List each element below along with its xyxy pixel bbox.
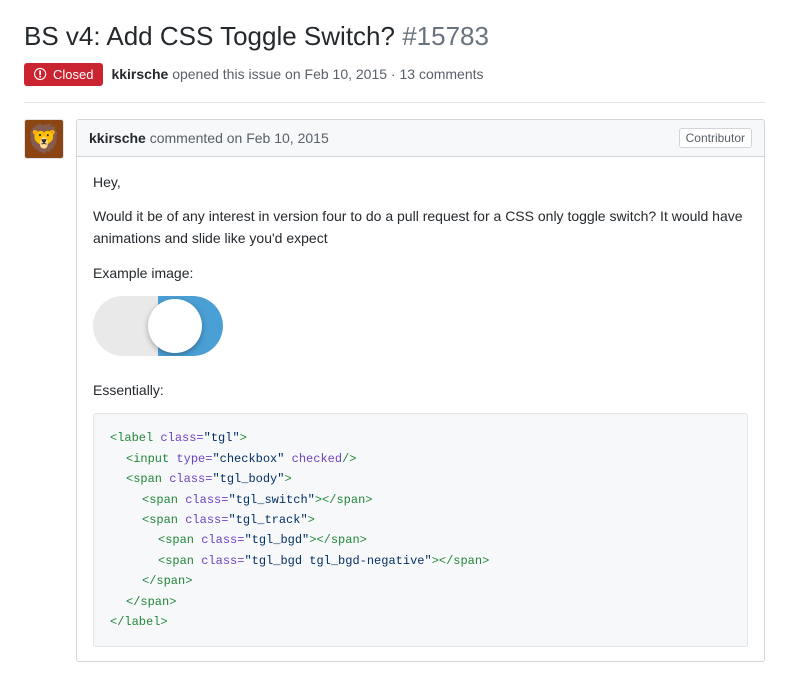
code-line-9: </span> xyxy=(110,592,731,612)
issue-date: Feb 10, 2015 xyxy=(305,66,388,82)
closed-icon xyxy=(34,67,48,81)
example-label: Example image: xyxy=(93,262,748,284)
code-line-1: <label class="tgl"> xyxy=(110,428,731,448)
issue-author-link[interactable]: kkirsche xyxy=(111,66,168,82)
code-block: <label class="tgl"> <input type="checkbo… xyxy=(93,413,748,647)
comment-header-left: kkirsche commented on Feb 10, 2015 xyxy=(89,130,329,146)
avatar-image xyxy=(25,120,63,158)
code-line-4: <span class="tgl_switch"></span> xyxy=(110,490,731,510)
code-line-3: <span class="tgl_body"> xyxy=(110,469,731,489)
code-line-5: <span class="tgl_track"> xyxy=(110,510,731,530)
status-label: Closed xyxy=(53,67,93,82)
page-title: BS v4: Add CSS Toggle Switch? #15783 xyxy=(24,20,765,53)
toggle-knob xyxy=(148,299,202,353)
essentially-label: Essentially: xyxy=(93,379,748,401)
toggle-switch: ✓ xyxy=(93,296,223,356)
toggle-image-container: ✓ xyxy=(93,296,748,359)
comment-header: kkirsche commented on Feb 10, 2015 Contr… xyxy=(77,120,764,157)
issue-meta-bar: Closed kkirsche opened this issue on Feb… xyxy=(24,63,765,103)
comment-line-1: Hey, xyxy=(93,171,748,193)
issue-title: BS v4: Add CSS Toggle Switch? xyxy=(24,21,395,51)
commenter-name[interactable]: kkirsche xyxy=(89,130,146,146)
comments-count: 13 comments xyxy=(399,66,483,82)
issue-number: #15783 xyxy=(402,21,489,51)
status-badge: Closed xyxy=(24,63,103,86)
code-line-2: <input type="checkbox" checked/> xyxy=(110,449,731,469)
contributor-badge: Contributor xyxy=(679,128,752,148)
comment-body: Hey, Would it be of any interest in vers… xyxy=(77,157,764,662)
comment-thread: kkirsche commented on Feb 10, 2015 Contr… xyxy=(24,119,765,663)
code-line-6: <span class="tgl_bgd"></span> xyxy=(110,530,731,550)
avatar xyxy=(24,119,64,159)
comment-box: kkirsche commented on Feb 10, 2015 Contr… xyxy=(76,119,765,663)
comment-date: Feb 10, 2015 xyxy=(246,130,329,146)
code-line-10: </label> xyxy=(110,612,731,632)
code-line-8: </span> xyxy=(110,571,731,591)
comment-line-2: Would it be of any interest in version f… xyxy=(93,205,748,250)
code-line-7: <span class="tgl_bgd tgl_bgd-negative"><… xyxy=(110,551,731,571)
issue-meta-text: kkirsche opened this issue on Feb 10, 20… xyxy=(111,66,483,82)
